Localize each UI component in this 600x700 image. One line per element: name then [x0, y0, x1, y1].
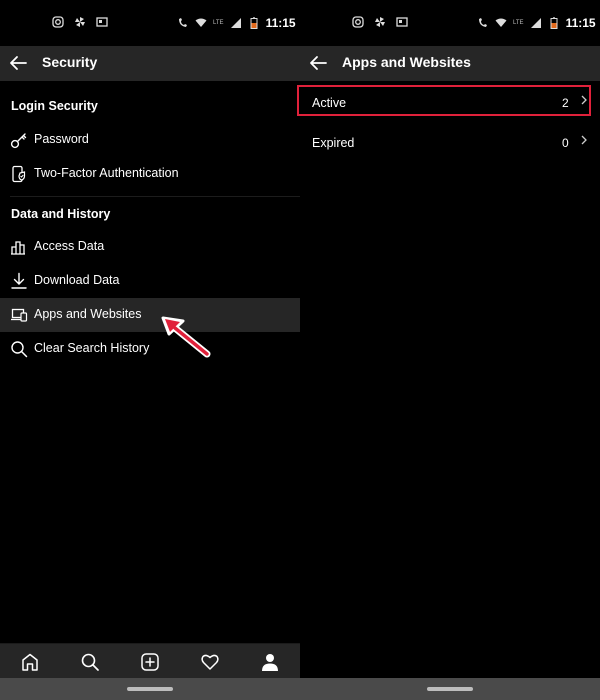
bottom-navigation — [0, 643, 300, 679]
instagram-icon — [52, 16, 64, 28]
wifi-icon — [495, 17, 507, 29]
news-icon — [96, 16, 108, 28]
gesture-bar — [300, 678, 600, 700]
page-title: Security — [42, 54, 98, 70]
menu-item-apps-websites[interactable]: Apps and Websites — [0, 298, 300, 332]
clock: 11:15 — [565, 16, 596, 30]
section-divider — [10, 196, 300, 197]
row-expired[interactable]: Expired 0 — [300, 125, 600, 159]
battery-icon — [548, 17, 560, 29]
news-icon — [396, 16, 408, 28]
page-title: Apps and Websites — [342, 54, 471, 70]
network-label: LTE — [513, 20, 524, 26]
chevron-right-icon — [579, 134, 589, 146]
back-arrow-icon[interactable] — [6, 51, 30, 75]
phone-shield-icon — [10, 165, 28, 183]
menu-item-label: Clear Search History — [34, 341, 150, 355]
app-bar: Security — [0, 46, 300, 81]
status-bar: LTE 11:15 — [0, 0, 300, 46]
back-arrow-icon[interactable] — [306, 51, 330, 75]
menu-item-label: Two-Factor Authentication — [34, 166, 179, 180]
menu-item-clear-search-history[interactable]: Clear Search History — [0, 332, 300, 366]
heart-icon[interactable] — [200, 652, 220, 672]
call-lte-icon — [177, 17, 189, 29]
section-header-login-security: Login Security — [11, 99, 98, 113]
menu-item-label: Password — [34, 132, 89, 146]
menu-item-label: Download Data — [34, 273, 120, 287]
gesture-handle[interactable] — [127, 687, 173, 691]
profile-icon[interactable] — [260, 652, 280, 672]
menu-item-access-data[interactable]: Access Data — [0, 230, 300, 264]
app-bar: Apps and Websites — [300, 46, 600, 81]
menu-item-two-factor[interactable]: Two-Factor Authentication — [0, 157, 300, 191]
pinwheel-icon — [374, 16, 386, 28]
menu-item-label: Apps and Websites — [34, 307, 142, 321]
battery-icon — [248, 17, 260, 29]
signal-icon — [230, 17, 242, 29]
menu-item-download-data[interactable]: Download Data — [0, 264, 300, 298]
download-icon — [10, 272, 28, 290]
security-screen: LTE 11:15 Security Login Security Passwo… — [0, 0, 300, 700]
key-icon — [10, 131, 28, 149]
highlight-frame — [297, 85, 591, 116]
row-count: 0 — [562, 136, 569, 150]
gesture-handle[interactable] — [427, 687, 473, 691]
laptop-phone-icon — [10, 306, 28, 324]
gesture-bar — [0, 678, 300, 700]
bar-chart-icon — [10, 238, 28, 256]
row-label: Expired — [312, 136, 355, 150]
menu-item-password[interactable]: Password — [0, 123, 300, 157]
signal-icon — [530, 17, 542, 29]
home-icon[interactable] — [20, 652, 40, 672]
add-post-icon[interactable] — [140, 652, 160, 672]
instagram-icon — [352, 16, 364, 28]
wifi-icon — [195, 17, 207, 29]
clock: 11:15 — [265, 16, 296, 30]
pinwheel-icon — [74, 16, 86, 28]
search-icon — [10, 340, 28, 358]
nav-search-icon[interactable] — [80, 652, 100, 672]
call-lte-icon — [477, 17, 489, 29]
annotation-arrow-icon — [160, 313, 212, 358]
status-bar: LTE 11:15 — [300, 0, 600, 46]
menu-item-label: Access Data — [34, 239, 105, 253]
network-label: LTE — [213, 20, 224, 26]
section-header-data-history: Data and History — [11, 207, 111, 221]
